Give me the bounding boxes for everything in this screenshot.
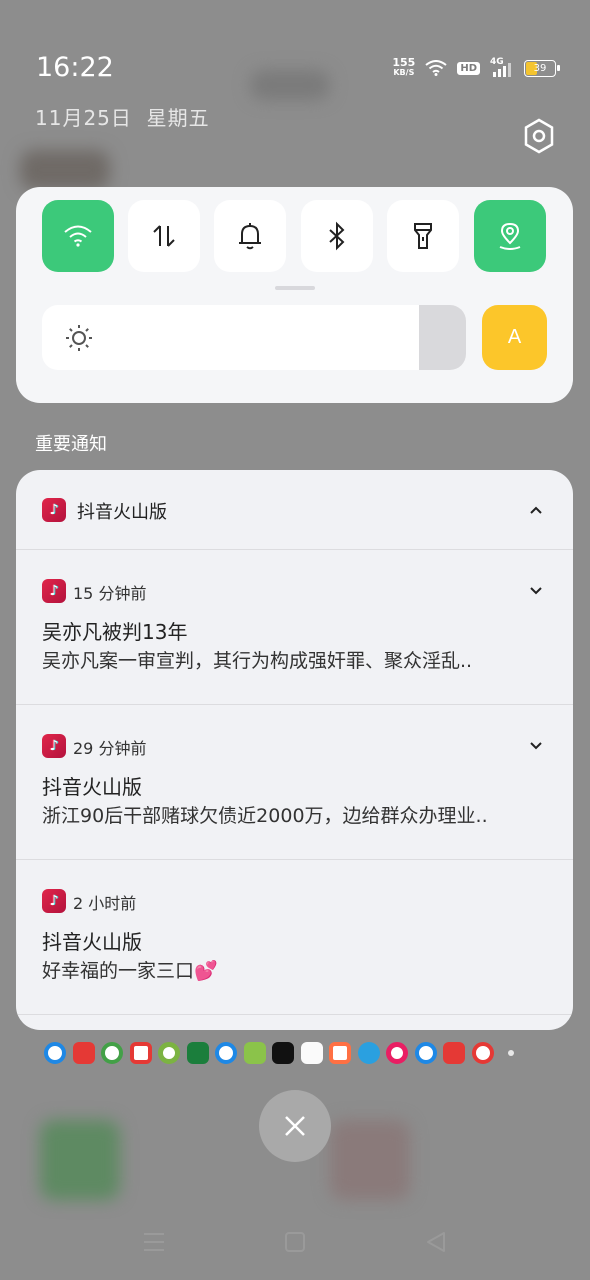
brightness-slider-track — [418, 305, 466, 370]
video-play-icon — [101, 1042, 123, 1064]
points-icon — [243, 1042, 266, 1064]
notification-group-header[interactable]: 抖音火山版 — [16, 470, 573, 550]
battery-icon: 39 — [524, 59, 560, 77]
wifi-icon — [64, 225, 92, 247]
chevron-down-icon[interactable] — [529, 739, 543, 753]
notification-time: 29 分钟前 — [73, 739, 147, 758]
brightness-slider[interactable] — [42, 305, 466, 370]
data-arrows-icon — [153, 225, 175, 247]
notification-item[interactable]: 29 分钟前 抖音火山版 浙江90后干部赌球欠债近2000万，边给群众办理业.. — [16, 705, 573, 860]
fruit-icon — [158, 1042, 180, 1064]
notification-time: 2 小时前 — [73, 894, 137, 913]
camera-icon — [272, 1042, 294, 1064]
chevron-up-icon[interactable] — [529, 503, 543, 517]
notification-group: 抖音火山版 15 分钟前 吴亦凡被判13年 吴亦凡案一审宣判，其行为构成强奸罪、… — [16, 470, 573, 1030]
notification-text: 好幸福的一家三口💕 — [42, 960, 218, 982]
chevron-down-icon[interactable] — [529, 584, 543, 598]
music-icon — [129, 1042, 152, 1064]
wifi-toggle[interactable] — [42, 200, 114, 272]
background-blur — [330, 1120, 410, 1200]
douyin-huoshan-app-icon — [42, 889, 66, 913]
background-blur — [40, 1120, 120, 1200]
notification-app-icons-row[interactable] — [44, 1042, 514, 1064]
douyin-huoshan-app-icon — [42, 734, 66, 758]
flashlight-toggle[interactable] — [387, 200, 459, 272]
close-icon — [285, 1116, 305, 1136]
panel-drag-handle[interactable] — [275, 286, 315, 290]
browser-icon — [215, 1042, 237, 1064]
douyin-huoshan-app-icon — [42, 498, 66, 522]
notification-text: 浙江90后干部赌球欠债近2000万，边给群众办理业.. — [42, 805, 488, 827]
brightness-sun-icon — [66, 325, 92, 351]
menu-nav-icon[interactable] — [142, 1230, 166, 1254]
clock: 16:22 — [36, 52, 114, 83]
red-app-icon — [443, 1042, 465, 1064]
notifications-section-title: 重要通知 — [35, 434, 107, 455]
back-nav-icon[interactable] — [424, 1230, 448, 1254]
bluetooth-toggle[interactable] — [301, 200, 373, 272]
hd-badge: HD — [457, 61, 480, 75]
home-nav-icon[interactable] — [283, 1230, 307, 1254]
auto-brightness-button[interactable]: A — [482, 305, 547, 370]
notification-app-name: 抖音火山版 — [77, 502, 167, 523]
weekday: 星期五 — [146, 106, 210, 130]
shop-icon — [72, 1042, 95, 1064]
background-blur — [250, 70, 330, 100]
blank-icon — [300, 1042, 323, 1064]
status-icons: 155 KB/S HD 4G 39 — [392, 56, 560, 78]
settings-gear-icon[interactable] — [522, 118, 556, 154]
more-apps-dot — [508, 1050, 514, 1056]
mobile-data-toggle[interactable] — [128, 200, 200, 272]
background-blur — [20, 150, 110, 190]
location-toggle[interactable] — [474, 200, 546, 272]
notification-text: 吴亦凡案一审宣判，其行为构成强奸罪、聚众淫乱.. — [42, 650, 473, 672]
date: 11月25日 — [35, 106, 132, 130]
location-icon — [499, 222, 521, 250]
notification-title: 抖音火山版 — [42, 930, 142, 954]
sound-toggle[interactable] — [214, 200, 286, 272]
oppo-icon — [186, 1042, 209, 1064]
notification-title: 抖音火山版 — [42, 775, 142, 799]
notification-item[interactable]: 15 分钟前 吴亦凡被判13年 吴亦凡案一审宣判，其行为构成强奸罪、聚众淫乱.. — [16, 550, 573, 705]
douyin-huoshan-app-icon — [42, 579, 66, 603]
flashlight-icon — [414, 223, 432, 249]
media-icon — [386, 1042, 408, 1064]
avatar-icon — [471, 1042, 494, 1064]
date-line: 11月25日 星期五 — [35, 102, 210, 131]
clear-all-button[interactable] — [259, 1090, 331, 1162]
bell-icon — [239, 223, 261, 250]
game-icon — [329, 1042, 351, 1064]
wifi-status-icon — [425, 60, 447, 76]
bluetooth-icon — [329, 221, 345, 251]
telegram-icon — [357, 1042, 380, 1064]
browser-icon-2 — [414, 1042, 437, 1064]
notification-time: 15 分钟前 — [73, 584, 147, 603]
quick-settings-panel: A — [16, 187, 573, 403]
network-speed: 155 KB/S — [392, 56, 416, 77]
cellular-signal-icon: 4G — [490, 57, 514, 77]
notification-item[interactable]: 2 小时前 抖音火山版 好幸福的一家三口💕 — [16, 860, 573, 1015]
tv-icon — [44, 1042, 66, 1064]
notification-title: 吴亦凡被判13年 — [42, 620, 188, 644]
